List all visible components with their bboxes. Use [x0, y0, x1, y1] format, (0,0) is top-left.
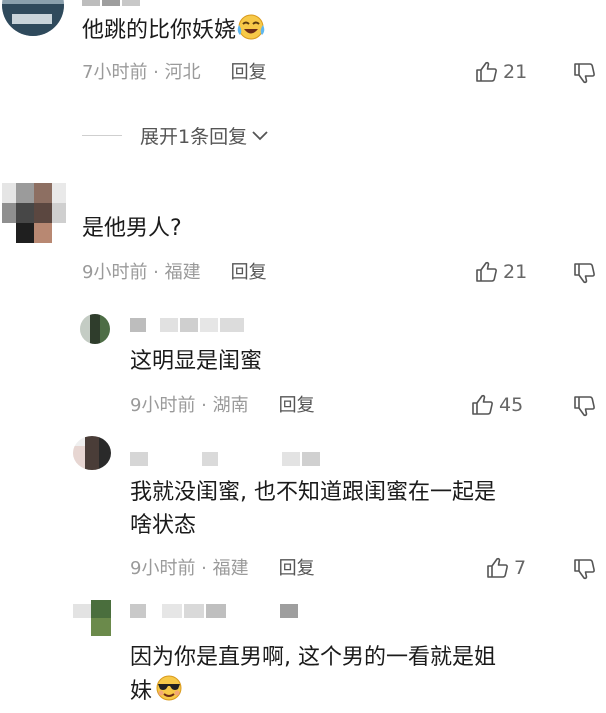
reply-button[interactable]: 回复 [279, 558, 315, 579]
expand-replies-button[interactable]: 展开1条回复 [82, 122, 270, 149]
cool-face-emoji-icon [156, 675, 182, 701]
reply-meta: 9小时前 · 福建 回复 [130, 557, 315, 581]
dislike-button[interactable] [573, 61, 597, 89]
dislike-button[interactable] [573, 557, 597, 585]
comment-text: 他跳的比你妖娆 [82, 13, 266, 47]
reply-text: 因为你是直男啊, 这个男的一看就是姐 妹 [130, 641, 496, 708]
like-count: 45 [499, 394, 524, 416]
reply-button[interactable]: 回复 [279, 395, 315, 416]
thumbs-up-icon [487, 557, 508, 578]
reply-text-line: 因为你是直男啊, 这个男的一看就是姐 [130, 645, 496, 670]
dislike-button[interactable] [573, 261, 597, 289]
reply-text-line: 我就没闺蜜, 也不知道跟闺蜜在一起是 [130, 480, 496, 505]
like-button[interactable]: 7 [486, 556, 526, 580]
comment-text: 是他男人? [82, 216, 182, 241]
reply-text: 这明显是闺蜜 [130, 349, 263, 374]
divider [82, 135, 122, 136]
thumbs-up-icon [472, 394, 493, 415]
timestamp-location: 9小时前 · 福建 [130, 558, 249, 579]
username-mosaic[interactable] [130, 604, 298, 618]
comment-list: 他跳的比你妖娆 7小时前 · 河北 回复 21 展开1条回复 是他男人? 9小时… [0, 0, 606, 713]
like-count: 21 [503, 61, 528, 83]
comment-meta: 7小时前 · 河北 回复 [82, 61, 267, 85]
reply-button[interactable]: 回复 [231, 62, 267, 83]
timestamp-location: 9小时前 · 福建 [82, 262, 201, 283]
like-count: 7 [514, 557, 527, 579]
username-mosaic[interactable] [82, 0, 140, 6]
chevron-down-icon [252, 130, 268, 140]
thumbs-down-icon [574, 63, 595, 84]
username-mosaic[interactable] [130, 452, 320, 466]
timestamp-location: 7小时前 · 河北 [82, 62, 201, 83]
reply-text-line: 啥状态 [130, 513, 197, 538]
laughing-tears-emoji-icon [237, 14, 265, 40]
like-button[interactable]: 45 [471, 393, 523, 417]
reply-button[interactable]: 回复 [231, 262, 267, 283]
thumbs-up-icon [476, 261, 497, 282]
thumbs-down-icon [574, 263, 595, 284]
avatar[interactable] [2, 183, 66, 245]
comment-meta: 9小时前 · 福建 回复 [82, 261, 267, 285]
like-count: 21 [503, 261, 528, 283]
reply-text-line: 妹 [130, 674, 496, 708]
avatar[interactable] [2, 0, 64, 36]
like-button[interactable]: 21 [475, 60, 527, 84]
avatar[interactable] [73, 436, 111, 470]
thumbs-down-icon [574, 396, 595, 417]
avatar[interactable] [73, 600, 111, 636]
reply-text: 我就没闺蜜, 也不知道跟闺蜜在一起是 啥状态 [130, 476, 496, 542]
reply-meta: 9小时前 · 湖南 回复 [130, 394, 315, 418]
username-mosaic[interactable] [130, 318, 244, 332]
expand-replies-label: 展开1条回复 [140, 126, 248, 148]
avatar[interactable] [80, 314, 110, 344]
dislike-button[interactable] [573, 394, 597, 422]
thumbs-up-icon [476, 61, 497, 82]
timestamp-location: 9小时前 · 湖南 [130, 395, 249, 416]
thumbs-down-icon [574, 559, 595, 580]
like-button[interactable]: 21 [475, 260, 527, 284]
